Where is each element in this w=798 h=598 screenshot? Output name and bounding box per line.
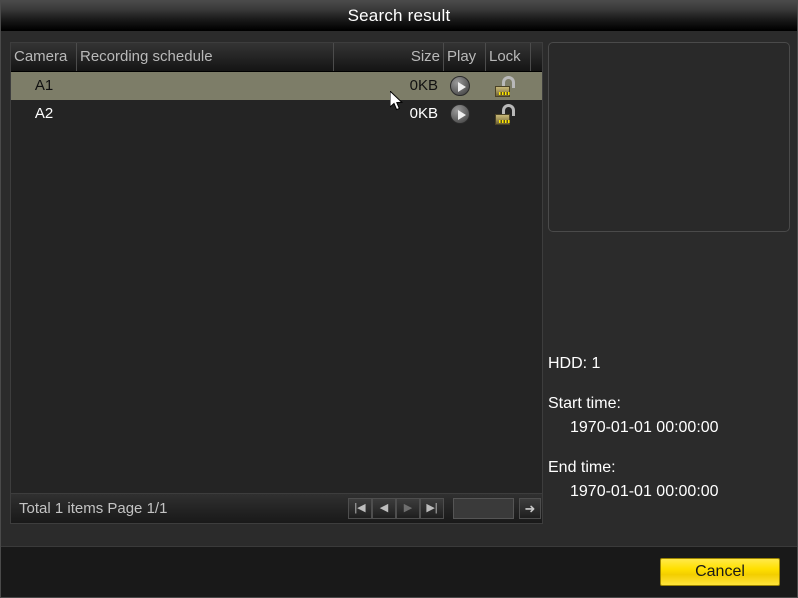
cell-schedule <box>77 100 334 128</box>
cell-lock[interactable] <box>486 100 531 128</box>
play-circle-icon[interactable] <box>450 104 470 124</box>
search-result-dialog: Search result Camera Recording schedule … <box>0 0 798 598</box>
cell-play[interactable] <box>444 72 486 100</box>
hdd-label: HDD: 1 <box>548 355 601 372</box>
start-time-value: 1970-01-01 00:00:00 <box>570 419 719 436</box>
previous-page-button[interactable]: ◀ <box>372 498 396 519</box>
end-time-value: 1970-01-01 00:00:00 <box>570 483 719 500</box>
cell-camera: A1 <box>34 77 54 94</box>
table-header-row: Camera Recording schedule Size Play Lock <box>11 43 542 72</box>
unlock-icon-teeth <box>499 120 510 123</box>
page-number-input[interactable] <box>453 498 514 519</box>
record-info: HDD: 1 Start time: 1970-01-01 00:00:00 E… <box>548 352 790 504</box>
cell-camera: A2 <box>34 105 54 122</box>
table-body[interactable]: A1 0KB A2 0KB <box>11 72 542 493</box>
column-header-schedule[interactable]: Recording schedule <box>77 43 334 71</box>
cell-size: 0KB <box>409 105 438 122</box>
column-header-play[interactable]: Play <box>444 43 486 71</box>
cell-play[interactable] <box>444 100 486 128</box>
start-time-label: Start time: <box>548 395 621 412</box>
pagination-bar: Total 1 items Page 1/1 |◀ ◀ ▶ ▶| ➜ <box>11 493 542 523</box>
unlock-icon[interactable] <box>494 76 516 97</box>
unlock-icon-body <box>495 114 510 125</box>
dialog-titlebar: Search result <box>1 1 797 31</box>
unlock-icon-teeth <box>499 92 510 95</box>
cell-schedule <box>77 72 334 100</box>
go-to-page-button[interactable]: ➜ <box>519 498 541 519</box>
video-preview-box[interactable] <box>548 42 790 232</box>
first-page-button[interactable]: |◀ <box>348 498 372 519</box>
info-spacer-2 <box>548 440 790 456</box>
unlock-icon[interactable] <box>494 104 516 125</box>
column-header-spacer <box>531 43 542 71</box>
table-row[interactable]: A2 0KB <box>11 100 542 128</box>
search-results-table: Camera Recording schedule Size Play Lock… <box>10 42 543 524</box>
end-time-label: End time: <box>548 459 616 476</box>
next-page-button[interactable]: ▶ <box>396 498 420 519</box>
column-header-lock[interactable]: Lock <box>486 43 531 71</box>
details-panel: HDD: 1 Start time: 1970-01-01 00:00:00 E… <box>548 42 790 524</box>
column-header-camera[interactable]: Camera <box>11 43 77 71</box>
dialog-title: Search result <box>347 6 451 25</box>
unlock-icon-body <box>495 86 510 97</box>
pagination-summary: Total 1 items Page 1/1 <box>19 500 168 517</box>
column-header-size[interactable]: Size <box>334 43 444 71</box>
cell-size: 0KB <box>409 77 438 94</box>
dialog-footer: Cancel <box>1 546 797 597</box>
info-spacer-1 <box>548 376 790 392</box>
cell-lock[interactable] <box>486 72 531 100</box>
play-circle-icon[interactable] <box>450 76 470 96</box>
last-page-button[interactable]: ▶| <box>420 498 444 519</box>
cancel-button[interactable]: Cancel <box>660 558 780 586</box>
table-row[interactable]: A1 0KB <box>11 72 542 100</box>
dialog-body: Camera Recording schedule Size Play Lock… <box>1 32 797 545</box>
